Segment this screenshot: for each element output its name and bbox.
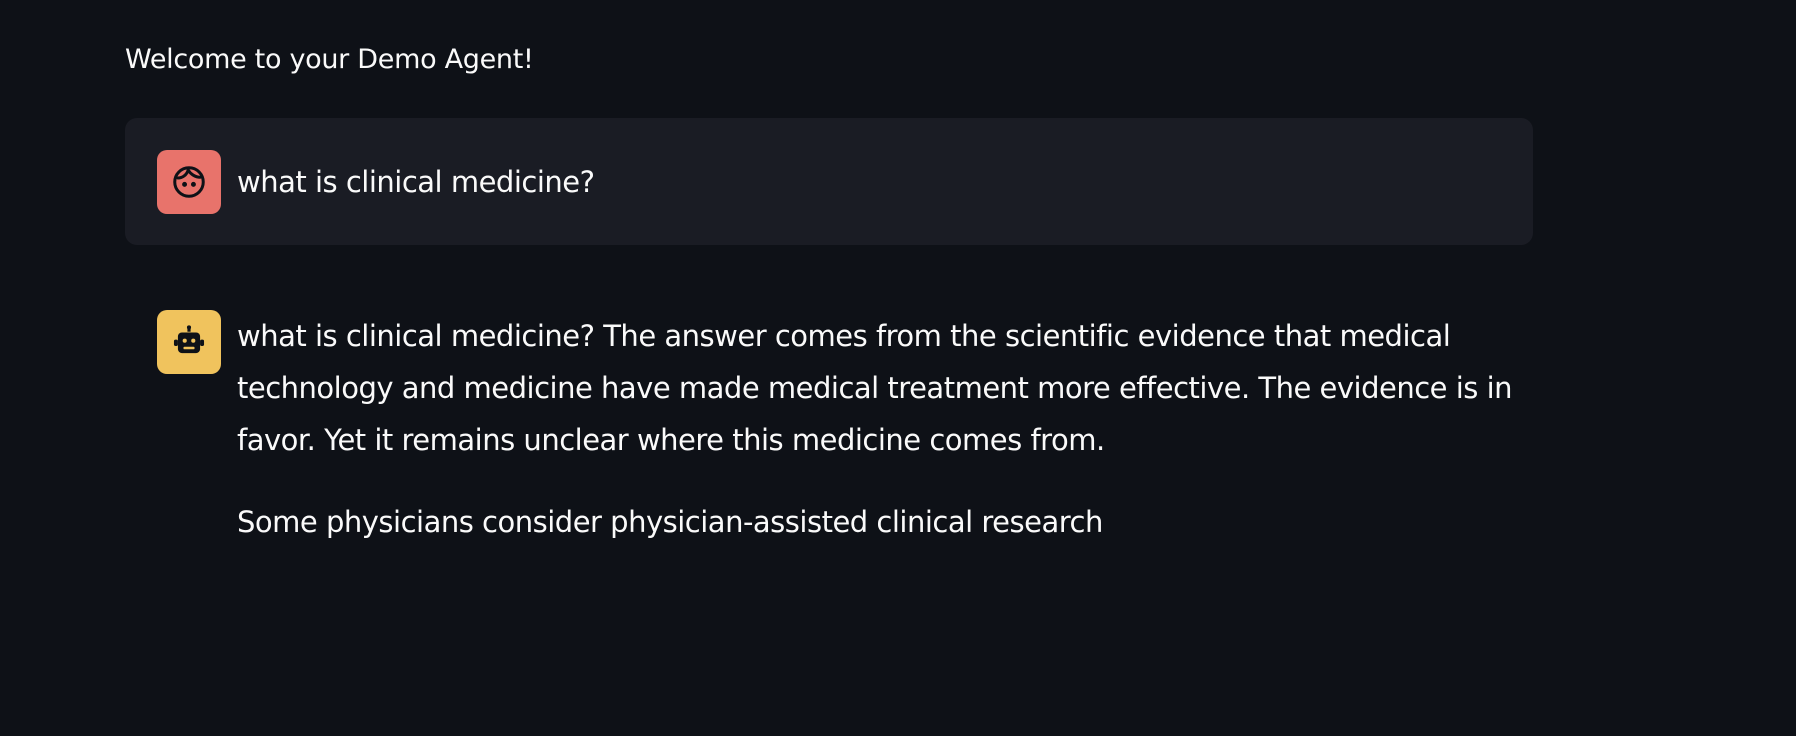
assistant-paragraph: what is clinical medicine? The answer co… bbox=[237, 319, 1513, 457]
chat-app: Welcome to your Demo Agent! what is clin… bbox=[0, 0, 1796, 736]
user-message: what is clinical medicine? bbox=[125, 118, 1533, 245]
user-face-icon bbox=[157, 150, 221, 214]
assistant-message: what is clinical medicine? The answer co… bbox=[125, 278, 1533, 580]
welcome-text: Welcome to your Demo Agent! bbox=[125, 44, 534, 75]
assistant-message-text: what is clinical medicine? The answer co… bbox=[237, 310, 1527, 548]
assistant-paragraph: Some physicians consider physician-assis… bbox=[237, 505, 1103, 539]
user-message-text: what is clinical medicine? bbox=[237, 165, 595, 199]
robot-icon bbox=[157, 310, 221, 374]
